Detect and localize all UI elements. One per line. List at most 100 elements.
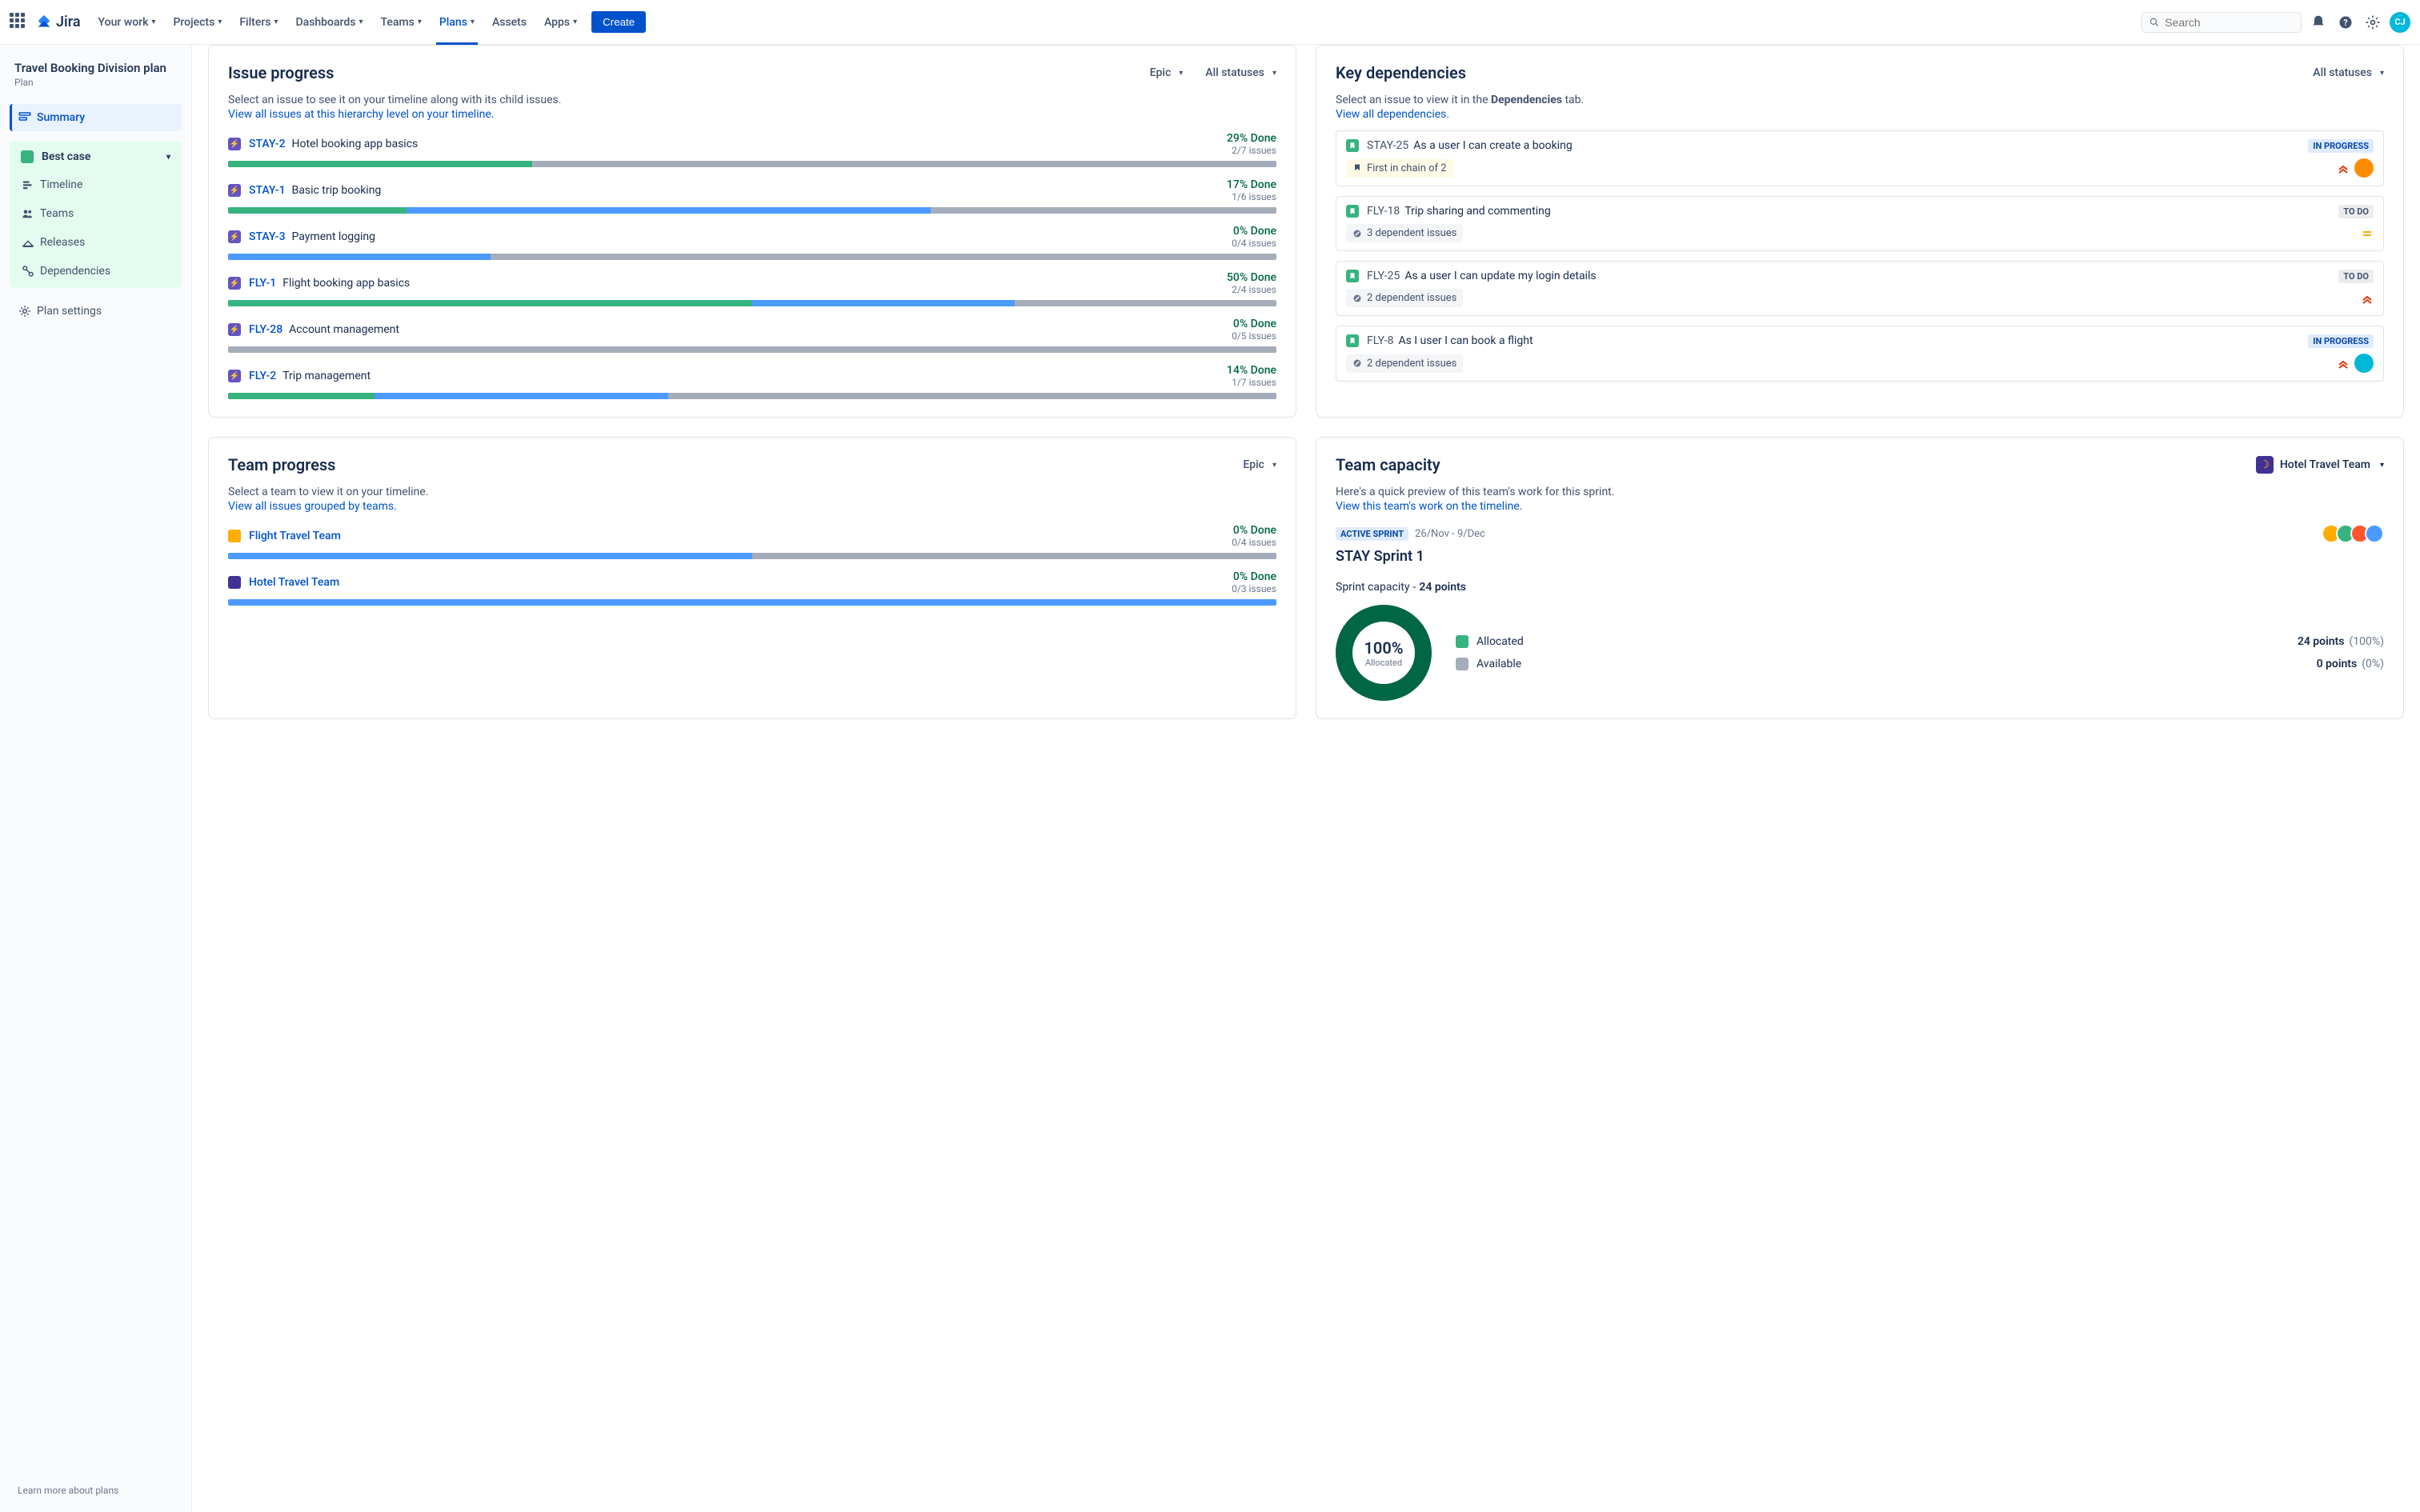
settings-icon[interactable] (2362, 12, 2383, 33)
chain-badge: First in chain of 2 (1346, 159, 1453, 178)
legend-row: Allocated24 points(100%) (1456, 630, 2384, 653)
sidebar-item-label: Summary (37, 111, 85, 124)
issue-key[interactable]: FLY-18 (1367, 205, 1400, 218)
search-box[interactable] (2142, 12, 2302, 33)
team-row[interactable]: Flight Travel Team 0% Done 0/4 issues (228, 524, 1276, 559)
timeline-icon (21, 178, 40, 192)
chevron-down-icon: ▾ (359, 18, 363, 26)
team-name[interactable]: Flight Travel Team (249, 530, 341, 542)
chevron-down-icon: ▾ (1272, 69, 1276, 78)
scenario-color-icon (21, 150, 34, 163)
team-name[interactable]: Hotel Travel Team (249, 576, 339, 589)
user-avatar[interactable]: CJ (2390, 12, 2410, 33)
chevron-down-icon: ▾ (2380, 461, 2384, 470)
chain-badge: 2 dependent issues (1346, 289, 1463, 307)
nav-link-assets[interactable]: Assets (486, 11, 533, 34)
teams-icon (21, 206, 40, 221)
hierarchy-dropdown[interactable]: Epic▾ (1150, 66, 1184, 79)
sidebar-item-releases[interactable]: Releases (13, 229, 178, 256)
issue-key[interactable]: STAY-2 (249, 138, 286, 150)
progress-bar (228, 254, 1276, 260)
issue-row[interactable]: ⚡ STAY-1 Basic trip booking 17% Done 1/6… (228, 178, 1276, 214)
hierarchy-dropdown[interactable]: Epic▾ (1243, 458, 1276, 471)
issue-key[interactable]: STAY-1 (249, 184, 286, 197)
sidebar-item-timeline[interactable]: Timeline (13, 171, 178, 198)
issue-key[interactable]: FLY-8 (1367, 334, 1393, 347)
sidebar-footer-link[interactable]: Learn more about plans (10, 1478, 182, 1502)
issue-key[interactable]: FLY-1 (249, 277, 276, 290)
sprint-capacity-line: Sprint capacity - 24 points (1336, 581, 2384, 594)
story-icon (1346, 205, 1359, 218)
team-row[interactable]: Hotel Travel Team 0% Done 0/3 issues (228, 570, 1276, 606)
priority-medium-icon (2361, 227, 2374, 240)
help-icon[interactable]: ? (2335, 12, 2356, 33)
done-count: 2/4 issues (1227, 284, 1276, 295)
sidebar-item-label: Plan settings (37, 305, 102, 318)
nav-link-your-work[interactable]: Your work▾ (92, 11, 162, 34)
sidebar-item-plan-settings[interactable]: Plan settings (10, 298, 182, 325)
dependency-card[interactable]: FLY-18 Trip sharing and commenting TO DO… (1336, 196, 2384, 251)
panel-subtitle: Select an issue to view it in the Depend… (1336, 94, 2384, 106)
issue-row[interactable]: ⚡ STAY-2 Hotel booking app basics 29% Do… (228, 132, 1276, 167)
dependency-card[interactable]: STAY-25 As a user I can create a booking… (1336, 130, 2384, 186)
issue-row[interactable]: ⚡ FLY-28 Account management 0% Done 0/5 … (228, 318, 1276, 353)
nav-link-dashboards[interactable]: Dashboards▾ (290, 11, 370, 34)
nav-link-plans[interactable]: Plans▾ (433, 11, 481, 34)
issue-row[interactable]: ⚡ FLY-2 Trip management 14% Done 1/7 iss… (228, 364, 1276, 399)
issue-row[interactable]: ⚡ STAY-3 Payment logging 0% Done 0/4 iss… (228, 225, 1276, 260)
nav-link-filters[interactable]: Filters▾ (233, 11, 284, 34)
issue-title: Trip management (282, 370, 371, 382)
issue-key[interactable]: STAY-3 (249, 230, 286, 243)
chevron-down-icon: ▾ (2380, 69, 2384, 78)
chevron-down-icon: ▾ (573, 18, 577, 26)
jira-logo[interactable]: Jira (35, 14, 81, 31)
panel-link[interactable]: View all dependencies. (1336, 108, 2384, 121)
epic-icon: ⚡ (228, 230, 241, 243)
legend-color-icon (1456, 635, 1468, 648)
panel-link[interactable]: View this team's work on the timeline. (1336, 500, 2384, 513)
chevron-down-icon: ▾ (218, 18, 222, 26)
notifications-icon[interactable] (2308, 12, 2329, 33)
nav-link-teams[interactable]: Teams▾ (375, 11, 428, 34)
panel-link[interactable]: View all issues grouped by teams. (228, 500, 1276, 513)
nav-link-apps[interactable]: Apps▾ (538, 11, 583, 34)
sprint-name: STAY Sprint 1 (1336, 548, 2384, 565)
issue-key[interactable]: FLY-28 (249, 323, 282, 336)
sidebar-item-label: Releases (40, 236, 85, 249)
done-percentage: 0% Done (1232, 225, 1276, 238)
legend-color-icon (1456, 658, 1468, 670)
sidebar-item-teams[interactable]: Teams (13, 200, 178, 227)
chevron-down-icon: ▾ (1179, 69, 1183, 78)
issue-row[interactable]: ⚡ FLY-1 Flight booking app basics 50% Do… (228, 271, 1276, 306)
status-dropdown[interactable]: All statuses▾ (1205, 66, 1276, 79)
done-count: 0/4 issues (1232, 537, 1276, 548)
panel-link[interactable]: View all issues at this hierarchy level … (228, 108, 1276, 121)
search-input[interactable] (2165, 16, 2294, 29)
done-percentage: 17% Done (1227, 178, 1276, 191)
team-dropdown[interactable]: ☽ Hotel Travel Team ▾ (2256, 456, 2384, 474)
app-switcher-icon[interactable] (10, 13, 29, 32)
donut-percentage: 100% (1364, 638, 1403, 658)
status-dropdown[interactable]: All statuses▾ (2313, 66, 2384, 79)
issue-key[interactable]: FLY-25 (1367, 270, 1400, 282)
nav-links: Your work▾Projects▾Filters▾ Dashboards▾Te… (92, 11, 584, 34)
sidebar-item-dependencies[interactable]: Dependencies (13, 258, 178, 285)
issue-title: Trip sharing and commenting (1404, 205, 1550, 218)
dependency-card[interactable]: FLY-8 As I user I can book a flight IN P… (1336, 326, 2384, 382)
panel-subtitle: Select a team to view it on your timelin… (228, 486, 1276, 498)
done-count: 0/5 issues (1232, 330, 1276, 342)
issue-title: As a user I can update my login details (1404, 270, 1596, 282)
story-icon (1346, 139, 1359, 152)
team-icon: ☽ (2256, 456, 2274, 474)
create-button[interactable]: Create (591, 11, 646, 33)
sidebar-item-summary[interactable]: Summary (10, 104, 182, 131)
panel-subtitle: Select an issue to see it on your timeli… (228, 94, 1276, 106)
nav-link-projects[interactable]: Projects▾ (166, 11, 228, 34)
dependency-card[interactable]: FLY-25 As a user I can update my login d… (1336, 261, 2384, 316)
summary-icon (18, 110, 37, 125)
chain-badge: 2 dependent issues (1346, 354, 1463, 373)
issue-key[interactable]: FLY-2 (249, 370, 276, 382)
issue-key[interactable]: STAY-25 (1367, 139, 1408, 152)
scenario-header[interactable]: Best case ▾ (13, 144, 178, 170)
progress-bar (228, 300, 1276, 306)
